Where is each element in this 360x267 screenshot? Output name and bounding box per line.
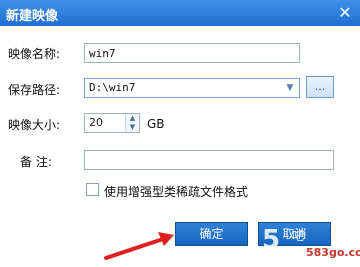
image-name-input[interactable]: [84, 43, 300, 63]
image-size-spinner[interactable]: 20 ▲ ▼: [84, 113, 140, 133]
spinner-buttons: ▲ ▼: [125, 114, 139, 132]
save-path-value: D:\win7: [89, 81, 136, 94]
sparse-format-label: 使用增强型类稀疏文件格式: [104, 185, 249, 199]
remark-input[interactable]: [84, 150, 334, 170]
image-size-label: 映像大小:: [8, 118, 61, 132]
chevron-down-icon[interactable]: ▼: [284, 79, 296, 97]
save-path-combo[interactable]: D:\win7 ▼: [84, 78, 300, 98]
save-path-label: 保存路径:: [8, 83, 61, 97]
spinner-down-icon[interactable]: ▼: [126, 123, 139, 132]
remark-label: 备 注:: [20, 155, 52, 169]
image-name-label: 映像名称:: [8, 47, 61, 61]
image-size-value: 20: [89, 116, 103, 129]
title-bar: 新建映像 ✕: [0, 0, 360, 26]
sparse-format-checkbox[interactable]: [86, 183, 99, 196]
ok-button[interactable]: 确定: [175, 222, 248, 246]
spinner-up-icon[interactable]: ▲: [126, 114, 139, 123]
window-title: 新建映像: [6, 9, 59, 24]
image-size-unit: GB: [147, 117, 165, 131]
browse-button[interactable]: ...: [306, 76, 334, 98]
watermark-text: 583go.com: [306, 246, 360, 259]
close-icon[interactable]: ✕: [335, 3, 355, 23]
svg-text:5: 5: [262, 225, 280, 255]
annotation-arrow: [104, 232, 174, 260]
svg-text:吧: 吧: [292, 229, 304, 243]
